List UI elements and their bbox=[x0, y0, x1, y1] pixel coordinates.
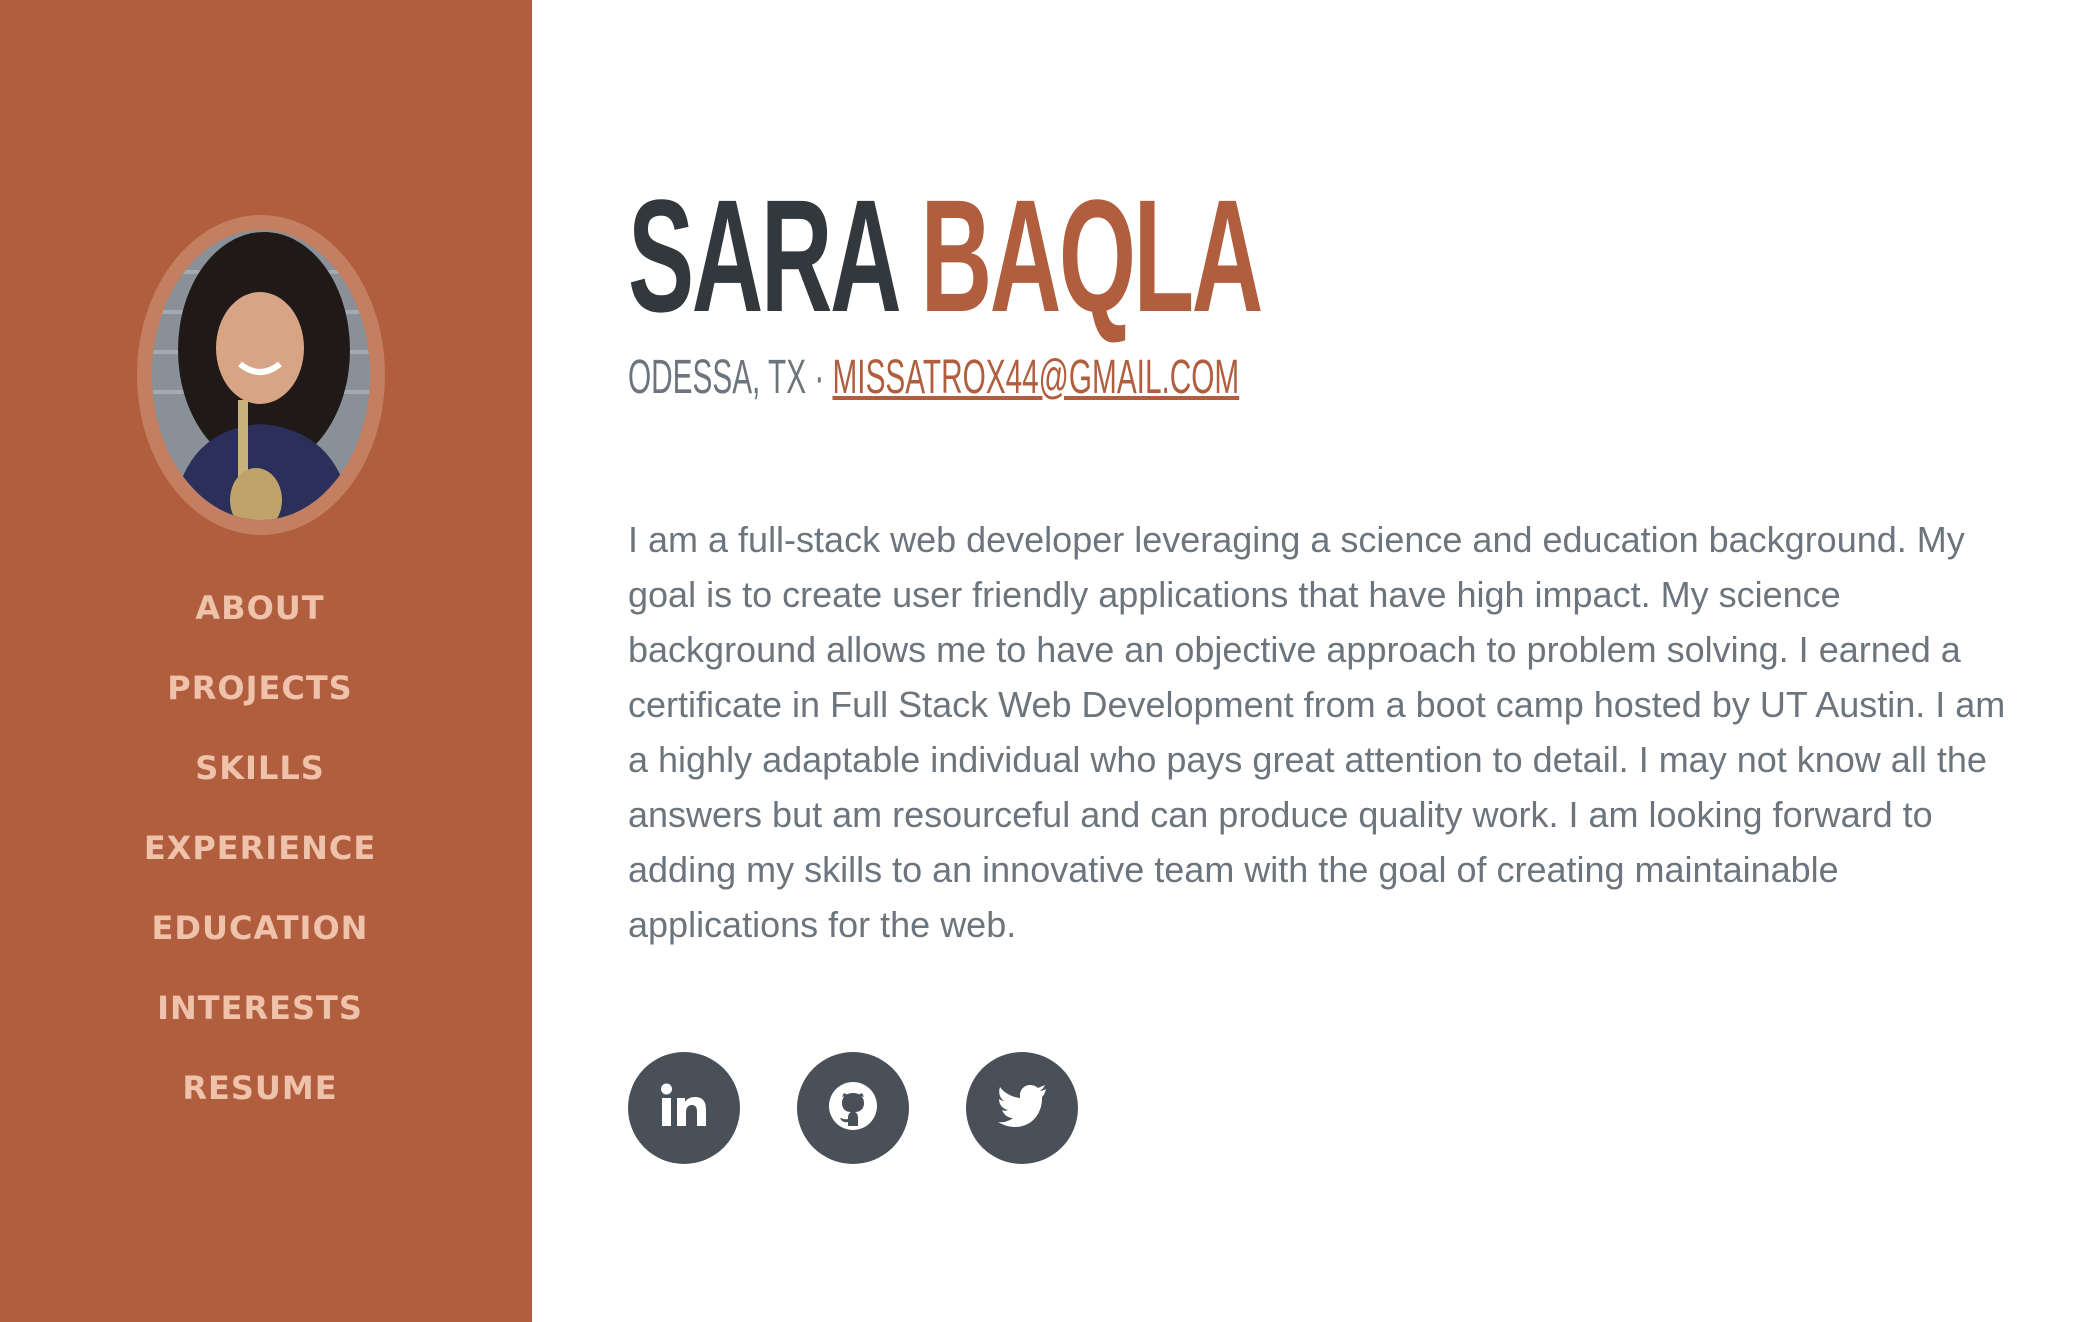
nav-link-education[interactable]: EDUCATION bbox=[152, 909, 369, 947]
nav-item-skills: SKILLS bbox=[0, 740, 520, 820]
nav-link-projects[interactable]: PROJECTS bbox=[167, 669, 352, 707]
nav-item-interests: INTERESTS bbox=[0, 980, 520, 1060]
location: ODESSA, TX bbox=[628, 351, 807, 404]
last-name: BAQLA bbox=[920, 166, 1264, 345]
page-title: SARA BAQLA bbox=[628, 166, 1264, 345]
github-icon bbox=[827, 1080, 879, 1136]
sidebar: ABOUT PROJECTS SKILLS EXPERIENCE EDUCATI… bbox=[0, 0, 532, 1322]
separator: · bbox=[806, 351, 833, 404]
linkedin-button[interactable] bbox=[628, 1052, 740, 1164]
nav-link-skills[interactable]: SKILLS bbox=[195, 749, 325, 787]
nav-menu: ABOUT PROJECTS SKILLS EXPERIENCE EDUCATI… bbox=[0, 580, 520, 1140]
twitter-button[interactable] bbox=[966, 1052, 1078, 1164]
nav-link-about[interactable]: ABOUT bbox=[195, 589, 324, 627]
nav-item-about: ABOUT bbox=[0, 580, 520, 660]
nav-link-interests[interactable]: INTERESTS bbox=[157, 989, 363, 1027]
social-links bbox=[628, 1052, 1078, 1164]
nav-item-education: EDUCATION bbox=[0, 900, 520, 980]
contact-line: ODESSA, TX · MISSATROX44@GMAIL.COM bbox=[628, 350, 1239, 406]
linkedin-icon bbox=[660, 1082, 708, 1134]
email-link[interactable]: MISSATROX44@GMAIL.COM bbox=[833, 351, 1240, 404]
twitter-icon bbox=[997, 1084, 1047, 1132]
nav-item-experience: EXPERIENCE bbox=[0, 820, 520, 900]
nav-item-resume: RESUME bbox=[0, 1060, 520, 1140]
nav-item-projects: PROJECTS bbox=[0, 660, 520, 740]
github-button[interactable] bbox=[797, 1052, 909, 1164]
nav-link-resume[interactable]: RESUME bbox=[182, 1069, 337, 1107]
first-name: SARA bbox=[628, 166, 898, 345]
avatar bbox=[152, 230, 370, 520]
bio-text: I am a full-stack web developer leveragi… bbox=[628, 519, 2006, 945]
nav-link-experience[interactable]: EXPERIENCE bbox=[144, 829, 376, 867]
